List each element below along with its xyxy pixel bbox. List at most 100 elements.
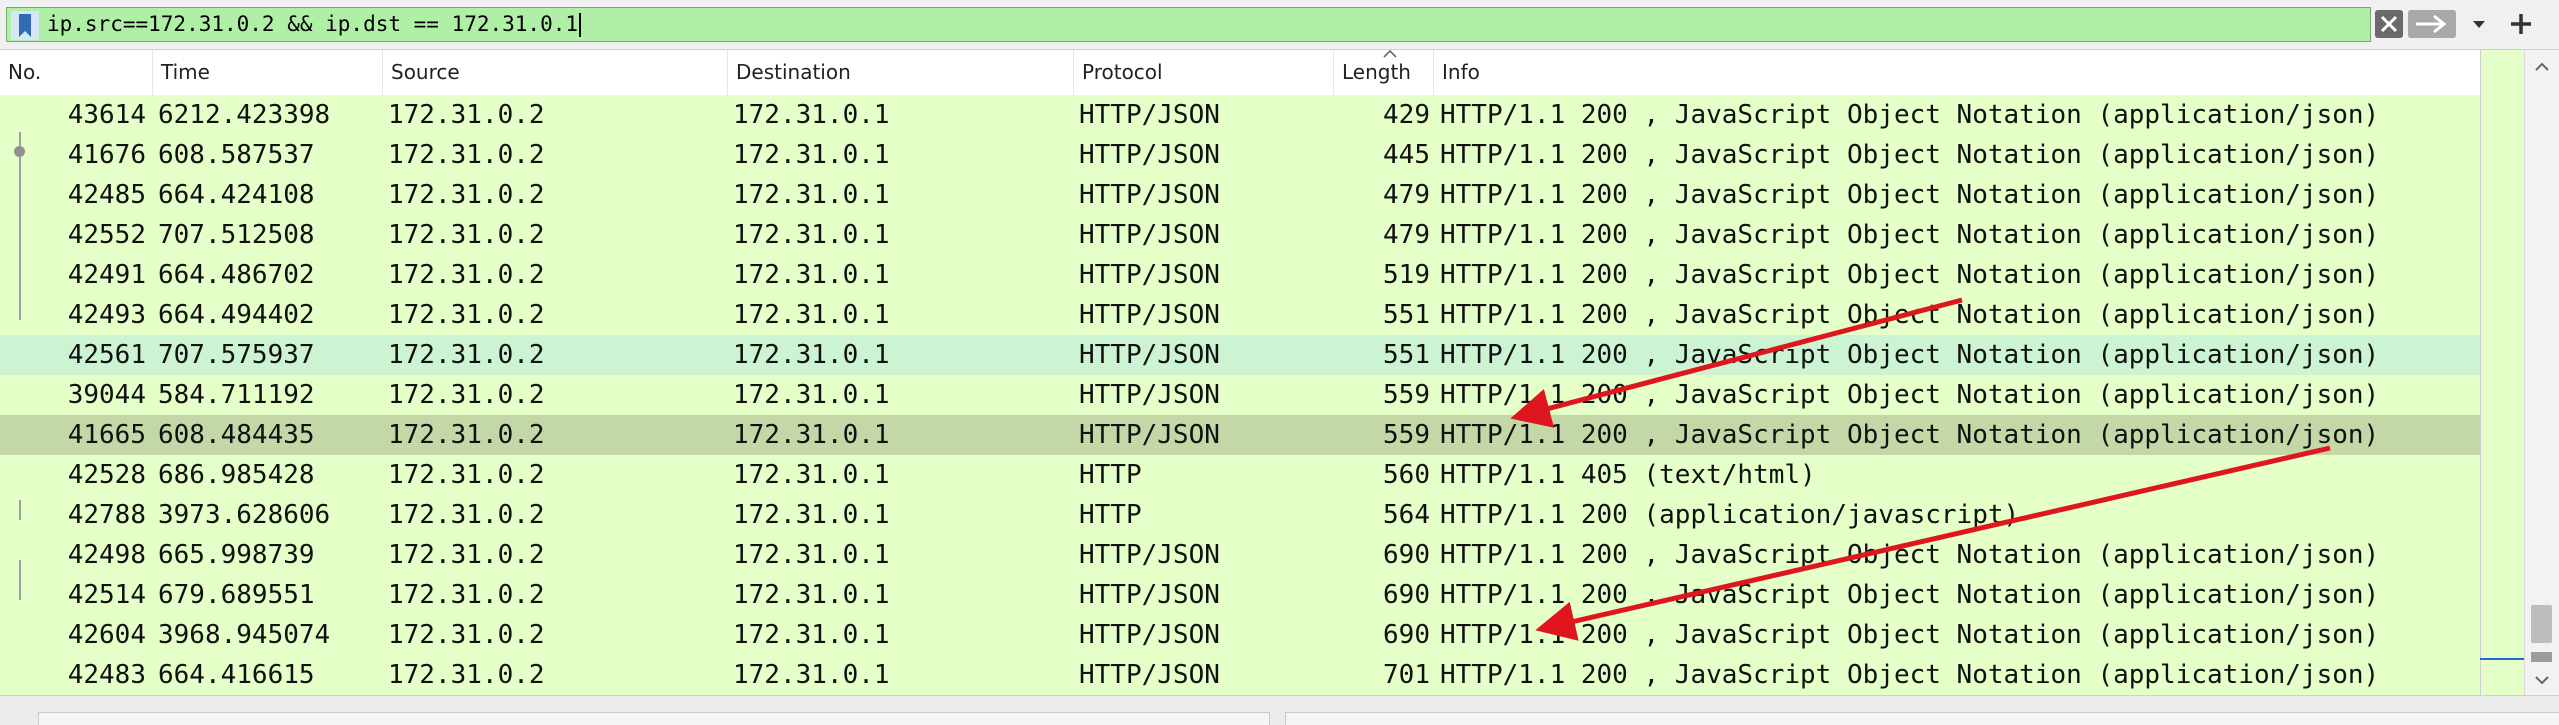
table-row[interactable]: 42491 664.486702 172.31.0.2 172.31.0.1 HTTP/… xyxy=(0,255,2480,295)
column-header-time[interactable]: Time xyxy=(152,50,382,95)
cell-protocol: HTTP/JSON xyxy=(1079,300,1220,330)
column-header-destination[interactable]: Destination xyxy=(727,50,1073,95)
cell-no: 42485 xyxy=(67,180,146,210)
cell-info: HTTP/1.1 200 , JavaScript Object Notatio… xyxy=(1440,380,2380,410)
table-row[interactable]: 42552 707.512508 172.31.0.2 172.31.0.1 HTTP/… xyxy=(0,215,2480,255)
cell-destination: 172.31.0.1 xyxy=(733,220,890,250)
plus-icon[interactable] xyxy=(2505,8,2537,40)
cell-protocol: HTTP/JSON xyxy=(1079,420,1220,450)
close-icon[interactable] xyxy=(2375,10,2403,38)
cell-protocol: HTTP/JSON xyxy=(1079,140,1220,170)
table-row[interactable]: 42604 3968.945074 172.31.0.2 172.31.0.1 HTTP… xyxy=(0,615,2480,655)
cell-time: 584.711192 xyxy=(158,380,315,410)
table-row[interactable]: 42493 664.494402 172.31.0.2 172.31.0.1 HTTP/… xyxy=(0,295,2480,335)
cell-protocol: HTTP/JSON xyxy=(1079,100,1220,130)
cell-no: 42788 xyxy=(67,500,146,530)
cell-destination: 172.31.0.1 xyxy=(733,660,890,690)
scrollbar-thumb[interactable] xyxy=(2531,605,2552,643)
cell-no: 42493 xyxy=(67,300,146,330)
cell-source: 172.31.0.2 xyxy=(388,580,545,610)
cell-info: HTTP/1.1 200 , JavaScript Object Notatio… xyxy=(1440,580,2380,610)
table-row[interactable]: 42498 665.998739 172.31.0.2 172.31.0.1 HTTP/… xyxy=(0,535,2480,575)
cell-protocol: HTTP/JSON xyxy=(1079,180,1220,210)
cell-source: 172.31.0.2 xyxy=(388,540,545,570)
cell-info: HTTP/1.1 200 , JavaScript Object Notatio… xyxy=(1440,340,2380,370)
table-row[interactable]: 41665 608.484435 172.31.0.2 172.31.0.1 HTTP/… xyxy=(0,415,2480,455)
cell-time: 686.985428 xyxy=(158,460,315,490)
cell-destination: 172.31.0.1 xyxy=(733,580,890,610)
cell-info: HTTP/1.1 200 , JavaScript Object Notatio… xyxy=(1440,260,2380,290)
cell-info: HTTP/1.1 200 , JavaScript Object Notatio… xyxy=(1440,660,2380,690)
packet-minimap[interactable] xyxy=(2480,50,2525,695)
cell-length: 519 xyxy=(1383,260,1430,290)
tree-node-marker xyxy=(14,146,25,157)
cell-length: 690 xyxy=(1383,540,1430,570)
packet-list[interactable]: 43614 6212.423398 172.31.0.2 172.31.0.1 HTTP… xyxy=(0,95,2480,695)
table-row[interactable]: 42561 707.575937 172.31.0.2 172.31.0.1 HTTP/… xyxy=(0,335,2480,375)
cell-no: 41676 xyxy=(67,140,146,170)
scroll-down-icon[interactable] xyxy=(2530,668,2554,692)
table-row[interactable]: 42528 686.985428 172.31.0.2 172.31.0.1 HTTP 5… xyxy=(0,455,2480,495)
cell-source: 172.31.0.2 xyxy=(388,380,545,410)
cell-info: HTTP/1.1 200 , JavaScript Object Notatio… xyxy=(1440,620,2380,650)
table-row[interactable]: 42485 664.424108 172.31.0.2 172.31.0.1 HTTP/… xyxy=(0,175,2480,215)
chevron-down-icon[interactable] xyxy=(2465,10,2493,38)
column-header-info[interactable]: Info xyxy=(1433,50,2480,95)
cell-length: 445 xyxy=(1383,140,1430,170)
cell-info: HTTP/1.1 200 , JavaScript Object Notatio… xyxy=(1440,180,2380,210)
packet-list-header: No. Time Source Destination Protocol Len… xyxy=(0,50,2480,96)
cell-length: 564 xyxy=(1383,500,1430,530)
column-header-source[interactable]: Source xyxy=(382,50,727,95)
table-row[interactable]: 42514 679.689551 172.31.0.2 172.31.0.1 HTTP/… xyxy=(0,575,2480,615)
cell-time: 3973.628606 xyxy=(158,500,331,530)
table-row[interactable]: 41676 608.587537 172.31.0.2 172.31.0.1 HTTP/… xyxy=(0,135,2480,175)
column-header-protocol[interactable]: Protocol xyxy=(1073,50,1333,95)
cell-source: 172.31.0.2 xyxy=(388,180,545,210)
bookmark-icon[interactable] xyxy=(11,11,39,40)
cell-destination: 172.31.0.1 xyxy=(733,380,890,410)
table-row[interactable]: 42483 664.416615 172.31.0.2 172.31.0.1 HTTP/… xyxy=(0,655,2480,695)
display-filter-input[interactable]: ip.src==172.31.0.2 && ip.dst == 172.31.0… xyxy=(6,7,2371,42)
cell-protocol: HTTP/JSON xyxy=(1079,220,1220,250)
cell-time: 707.512508 xyxy=(158,220,315,250)
table-row[interactable]: 39044 584.711192 172.31.0.2 172.31.0.1 HTTP/… xyxy=(0,375,2480,415)
cell-info: HTTP/1.1 200 , JavaScript Object Notatio… xyxy=(1440,300,2380,330)
cell-length: 551 xyxy=(1383,340,1430,370)
cell-source: 172.31.0.2 xyxy=(388,220,545,250)
cell-source: 172.31.0.2 xyxy=(388,660,545,690)
column-header-no[interactable]: No. xyxy=(0,50,152,95)
packet-details-pane[interactable] xyxy=(38,712,1270,725)
scroll-up-icon[interactable] xyxy=(2530,55,2554,79)
cell-destination: 172.31.0.1 xyxy=(733,340,890,370)
cell-length: 559 xyxy=(1383,380,1430,410)
cell-no: 43614 xyxy=(67,100,146,130)
chevron-up-icon xyxy=(1383,49,1397,58)
arrow-right-icon[interactable] xyxy=(2408,10,2456,38)
packet-bytes-pane[interactable] xyxy=(1285,712,2559,725)
cell-time: 664.424108 xyxy=(158,180,315,210)
cell-length: 551 xyxy=(1383,300,1430,330)
cell-length: 559 xyxy=(1383,420,1430,450)
cell-protocol: HTTP/JSON xyxy=(1079,340,1220,370)
vertical-scrollbar[interactable] xyxy=(2524,50,2559,695)
cell-time: 608.484435 xyxy=(158,420,315,450)
cell-no: 42528 xyxy=(67,460,146,490)
cell-destination: 172.31.0.1 xyxy=(733,460,890,490)
cell-source: 172.31.0.2 xyxy=(388,140,545,170)
cell-destination: 172.31.0.1 xyxy=(733,300,890,330)
cell-no: 42483 xyxy=(67,660,146,690)
table-row[interactable]: 43614 6212.423398 172.31.0.2 172.31.0.1 HTTP… xyxy=(0,95,2480,135)
cell-no: 42604 xyxy=(67,620,146,650)
cell-no: 42498 xyxy=(67,540,146,570)
cell-length: 479 xyxy=(1383,180,1430,210)
table-row[interactable]: 42788 3973.628606 172.31.0.2 172.31.0.1 HTTP… xyxy=(0,495,2480,535)
cell-no: 42514 xyxy=(67,580,146,610)
cell-source: 172.31.0.2 xyxy=(388,340,545,370)
cell-source: 172.31.0.2 xyxy=(388,420,545,450)
cell-info: HTTP/1.1 200 , JavaScript Object Notatio… xyxy=(1440,220,2380,250)
cell-info: HTTP/1.1 200 , JavaScript Object Notatio… xyxy=(1440,540,2380,570)
cell-destination: 172.31.0.1 xyxy=(733,540,890,570)
display-filter-text[interactable]: ip.src==172.31.0.2 && ip.dst == 172.31.0… xyxy=(47,8,581,41)
cell-protocol: HTTP/JSON xyxy=(1079,380,1220,410)
cell-protocol: HTTP/JSON xyxy=(1079,620,1220,650)
